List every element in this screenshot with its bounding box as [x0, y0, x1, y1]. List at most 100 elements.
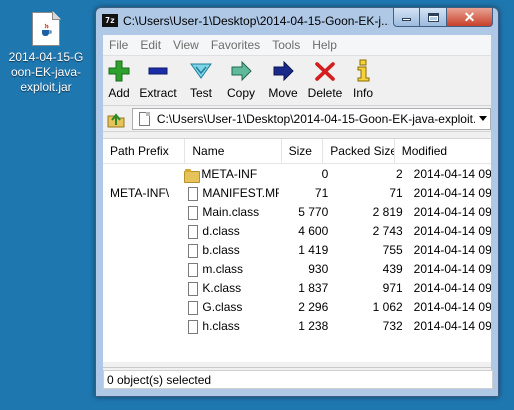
row-name-cell: d.class [184, 222, 279, 241]
column-packed-size[interactable]: Packed Size [323, 139, 395, 163]
file-row[interactable]: META-INF 0 2 2014-04-14 09:43 [103, 165, 491, 184]
minimize-button[interactable] [393, 8, 420, 27]
file-row[interactable]: META-INF\ MANIFEST.MF 71 71 2014-04-14 09:43 [103, 184, 491, 203]
chevron-down-icon[interactable] [479, 115, 487, 121]
copy-icon [231, 60, 252, 82]
column-name[interactable]: Name [185, 139, 282, 163]
file-row[interactable]: d.class 4 600 2 743 2014-04-14 09:43 [103, 222, 491, 241]
copy-label: Copy [226, 86, 255, 100]
row-path-prefix: META-INF\ [110, 186, 170, 200]
close-icon: ✕ [463, 8, 476, 25]
row-size: 0 [321, 167, 329, 181]
row-name: h.class [202, 319, 240, 333]
menu-tools[interactable]: Tools [266, 35, 306, 56]
row-size: 930 [308, 262, 329, 276]
row-size: 1 238 [298, 319, 329, 333]
info-button[interactable]: Info [346, 56, 380, 104]
row-name-cell: Main.class [184, 203, 279, 222]
address-path-combobox[interactable]: C:\Users\User-1\Desktop\2014-04-15-Goon-… [131, 107, 491, 130]
archive-file-icon [138, 111, 150, 126]
row-name: G.class [202, 300, 243, 314]
file-manager-window: 7z C:\Users\User-1\Desktop\2014-04-15-Go… [95, 7, 499, 397]
row-name: META-INF [201, 167, 258, 181]
file-row[interactable]: b.class 1 419 755 2014-04-14 09:43 [103, 241, 491, 260]
file-icon [188, 186, 199, 201]
add-label: Add [108, 86, 130, 100]
address-path-text: C:\Users\User-1\Desktop\2014-04-15-Goon-… [156, 111, 475, 126]
row-name-cell: MANIFEST.MF [184, 184, 279, 203]
file-row[interactable]: h.class 1 238 732 2014-04-14 09:43 [103, 317, 491, 336]
file-icon [188, 319, 199, 334]
menu-help[interactable]: Help [306, 35, 343, 56]
row-packed-size: 2 [395, 167, 403, 181]
row-name-cell: G.class [184, 298, 279, 317]
menu-view[interactable]: View [167, 35, 205, 56]
extract-label: Extract [139, 86, 177, 100]
minimize-icon [402, 18, 411, 21]
test-button[interactable]: Test [182, 56, 220, 104]
row-packed-size: 755 [382, 243, 403, 257]
file-row[interactable]: G.class 2 296 1 062 2014-04-14 09:43 [103, 298, 491, 317]
row-size: 4 600 [298, 224, 329, 238]
maximize-icon [427, 12, 439, 22]
delete-label: Delete [307, 86, 343, 100]
column-path-prefix[interactable]: Path Prefix [103, 139, 186, 163]
row-packed-size: 1 062 [372, 300, 403, 314]
row-modified: 2014-04-14 09:43 [413, 224, 491, 238]
7zip-app-icon[interactable]: 7z [102, 14, 118, 27]
row-name: d.class [202, 224, 240, 238]
extract-button[interactable]: Extract [134, 56, 182, 104]
row-packed-size: 439 [382, 262, 403, 276]
file-row[interactable]: K.class 1 837 971 2014-04-14 09:43 [103, 279, 491, 298]
row-packed-size: 2 743 [372, 224, 403, 238]
column-modified[interactable]: Modified [395, 139, 491, 163]
move-icon [273, 60, 294, 82]
row-packed-size: 732 [382, 319, 403, 333]
menu-favorites[interactable]: Favorites [205, 35, 266, 56]
info-label: Info [352, 86, 373, 100]
row-name-cell: K.class [184, 279, 279, 298]
address-bar: C:\Users\User-1\Desktop\2014-04-15-Goon-… [103, 106, 491, 132]
file-icon [188, 262, 199, 277]
window-title: C:\Users\User-1\Desktop\2014-04-15-Goon-… [123, 14, 389, 28]
jar-file-icon [32, 11, 61, 46]
list-header: Path Prefix Name Size Packed Size Modifi… [103, 139, 491, 164]
copy-button[interactable]: Copy [220, 56, 262, 104]
row-size: 5 770 [298, 205, 329, 219]
add-icon [108, 60, 130, 82]
row-name-cell: META-INF [184, 165, 279, 184]
row-modified: 2014-04-14 09:43 [413, 281, 491, 295]
close-button[interactable]: ✕ [447, 8, 493, 27]
move-button[interactable]: Move [262, 56, 304, 104]
file-row[interactable]: Main.class 5 770 2 819 2014-04-14 09:43 [103, 203, 491, 222]
row-modified: 2014-04-14 09:43 [413, 243, 491, 257]
row-packed-size: 971 [382, 281, 403, 295]
title-bar[interactable]: 7z C:\Users\User-1\Desktop\2014-04-15-Go… [96, 8, 498, 34]
row-name-cell: b.class [184, 241, 279, 260]
file-icon [188, 300, 199, 315]
desktop-icon-jar[interactable]: 2014-04-15-G oon-EK-java- exploit.jar [8, 11, 84, 95]
file-row[interactable]: m.class 930 439 2014-04-14 09:43 [103, 260, 491, 279]
menu-edit[interactable]: Edit [134, 35, 167, 56]
menu-file[interactable]: File [103, 35, 134, 56]
row-name-cell: m.class [184, 260, 279, 279]
row-modified: 2014-04-14 09:43 [413, 167, 491, 181]
menu-bar: File Edit View Favorites Tools Help [103, 35, 491, 56]
delete-button[interactable]: Delete [304, 56, 346, 104]
file-icon [188, 205, 199, 220]
up-folder-button[interactable] [105, 108, 127, 130]
column-size[interactable]: Size [282, 139, 324, 163]
row-name: m.class [202, 262, 244, 276]
test-icon [190, 63, 212, 79]
maximize-button[interactable] [420, 8, 447, 27]
add-button[interactable]: Add [104, 56, 134, 104]
move-label: Move [268, 86, 298, 100]
status-bar: 0 object(s) selected [103, 367, 493, 389]
file-list[interactable]: Path Prefix Name Size Packed Size Modifi… [103, 138, 491, 362]
window-client: File Edit View Favorites Tools Help Add … [103, 35, 493, 389]
file-icon [188, 281, 199, 296]
row-modified: 2014-04-14 09:43 [413, 262, 491, 276]
desktop-icon-label: 2014-04-15-G oon-EK-java- exploit.jar [8, 50, 84, 94]
row-packed-size: 2 819 [372, 205, 403, 219]
row-size: 1 419 [298, 243, 329, 257]
